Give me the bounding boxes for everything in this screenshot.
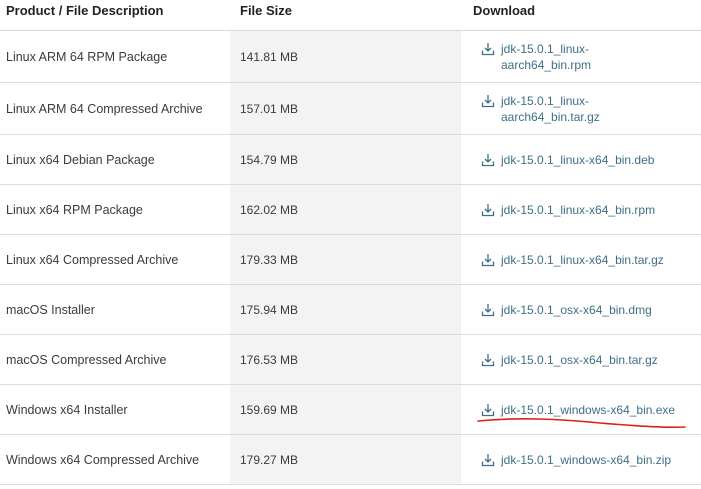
download-icon (481, 403, 495, 416)
download-link-text: jdk-15.0.1_windows-x64_bin.zip (501, 452, 672, 467)
download-icon (481, 303, 495, 316)
table-row: Linux ARM 64 RPM Package 141.81 MB jdk-15.… (0, 31, 701, 83)
header-product: Product / File Description (6, 3, 164, 18)
file-size: 176.53 MB (230, 335, 461, 384)
file-size: 141.81 MB (230, 31, 461, 82)
download-link-text: jdk-15.0.1_windows-x64_bin.exe (501, 402, 676, 417)
download-icon (481, 253, 495, 266)
download-cell: jdk-15.0.1_osx-x64_bin.dmg (461, 285, 701, 334)
product-description: Linux ARM 64 RPM Package (6, 49, 168, 64)
table-row: Linux ARM 64 Compressed Archive 157.01 MB… (0, 83, 701, 135)
file-size: 162.02 MB (230, 185, 461, 234)
header-file-size: File Size (240, 3, 293, 18)
table-row: macOS Installer 175.94 MB jdk-15.0.1_osx-x… (0, 285, 701, 335)
download-icon (481, 203, 495, 216)
download-link-text: jdk-15.0.1_osx-x64_bin.tar.gz (501, 352, 658, 367)
file-size: 179.27 MB (230, 435, 461, 484)
product-description: Linux x64 Compressed Archive (6, 252, 179, 267)
download-icon (481, 453, 495, 466)
download-cell: jdk-15.0.1_linux-x64_bin.deb (461, 135, 701, 184)
download-cell: jdk-15.0.1_windows-x64_bin.exe (461, 385, 701, 434)
table-row: Windows x64 Installer 159.69 MB jdk-15.0.1… (0, 385, 701, 435)
download-link[interactable]: jdk-15.0.1_linux-x64_bin.deb (481, 152, 654, 168)
download-link-text: jdk-15.0.1_linux-x64_bin.tar.gz (501, 252, 664, 267)
download-link[interactable]: jdk-15.0.1_windows-x64_bin.exe (481, 402, 675, 418)
download-cell: jdk-15.0.1_linux-aarch64_bin.tar.gz (461, 83, 701, 134)
table-body: Linux ARM 64 RPM Package 141.81 MB jdk-15.… (0, 31, 701, 485)
file-size: 179.33 MB (230, 235, 461, 284)
downloads-table: Product / File Description File Size Dow… (0, 0, 701, 485)
download-link-text: jdk-15.0.1_linux-aarch64_bin.tar.gz (501, 93, 600, 124)
table-row: Linux x64 Debian Package 154.79 MB jdk-15.… (0, 135, 701, 185)
file-size: 159.69 MB (230, 385, 461, 434)
product-description: Windows x64 Compressed Archive (6, 452, 200, 467)
file-size: 154.79 MB (230, 135, 461, 184)
product-description: macOS Installer (6, 302, 95, 317)
product-description: macOS Compressed Archive (6, 352, 167, 367)
download-icon (481, 353, 495, 366)
download-link-text: jdk-15.0.1_linux-x64_bin.deb (501, 152, 655, 167)
product-description: Linux ARM 64 Compressed Archive (6, 101, 203, 116)
download-link[interactable]: jdk-15.0.1_linux-x64_bin.tar.gz (481, 252, 664, 268)
download-icon (481, 42, 495, 55)
download-link[interactable]: jdk-15.0.1_linux-aarch64_bin.tar.gz (481, 93, 600, 125)
file-size: 175.94 MB (230, 285, 461, 334)
product-description: Linux x64 Debian Package (6, 152, 155, 167)
table-row: Linux x64 Compressed Archive 179.33 MB jdk… (0, 235, 701, 285)
table-row: macOS Compressed Archive 176.53 MB jdk-15.… (0, 335, 701, 385)
download-link-text: jdk-15.0.1_linux-aarch64_bin.rpm (501, 41, 592, 72)
download-cell: jdk-15.0.1_osx-x64_bin.tar.gz (461, 335, 701, 384)
download-link[interactable]: jdk-15.0.1_linux-x64_bin.rpm (481, 202, 655, 218)
download-link-text: jdk-15.0.1_osx-x64_bin.dmg (501, 302, 652, 317)
download-link[interactable]: jdk-15.0.1_windows-x64_bin.zip (481, 452, 671, 468)
download-cell: jdk-15.0.1_linux-x64_bin.tar.gz (461, 235, 701, 284)
download-link-text: jdk-15.0.1_linux-x64_bin.rpm (501, 202, 656, 217)
download-cell: jdk-15.0.1_windows-x64_bin.zip (461, 435, 701, 484)
download-link[interactable]: jdk-15.0.1_osx-x64_bin.dmg (481, 302, 652, 318)
download-icon (481, 153, 495, 166)
download-icon (481, 94, 495, 107)
product-description: Windows x64 Installer (6, 402, 128, 417)
download-cell: jdk-15.0.1_linux-x64_bin.rpm (461, 185, 701, 234)
header-download: Download (473, 3, 536, 18)
table-header: Product / File Description File Size Dow… (0, 0, 701, 31)
file-size: 157.01 MB (230, 83, 461, 134)
download-link[interactable]: jdk-15.0.1_linux-aarch64_bin.rpm (481, 41, 591, 73)
download-cell: jdk-15.0.1_linux-aarch64_bin.rpm (461, 31, 701, 82)
product-description: Linux x64 RPM Package (6, 202, 143, 217)
download-link[interactable]: jdk-15.0.1_osx-x64_bin.tar.gz (481, 352, 658, 368)
table-row: Linux x64 RPM Package 162.02 MB jdk-15.0.1… (0, 185, 701, 235)
table-row: Windows x64 Compressed Archive 179.27 MB j… (0, 435, 701, 485)
